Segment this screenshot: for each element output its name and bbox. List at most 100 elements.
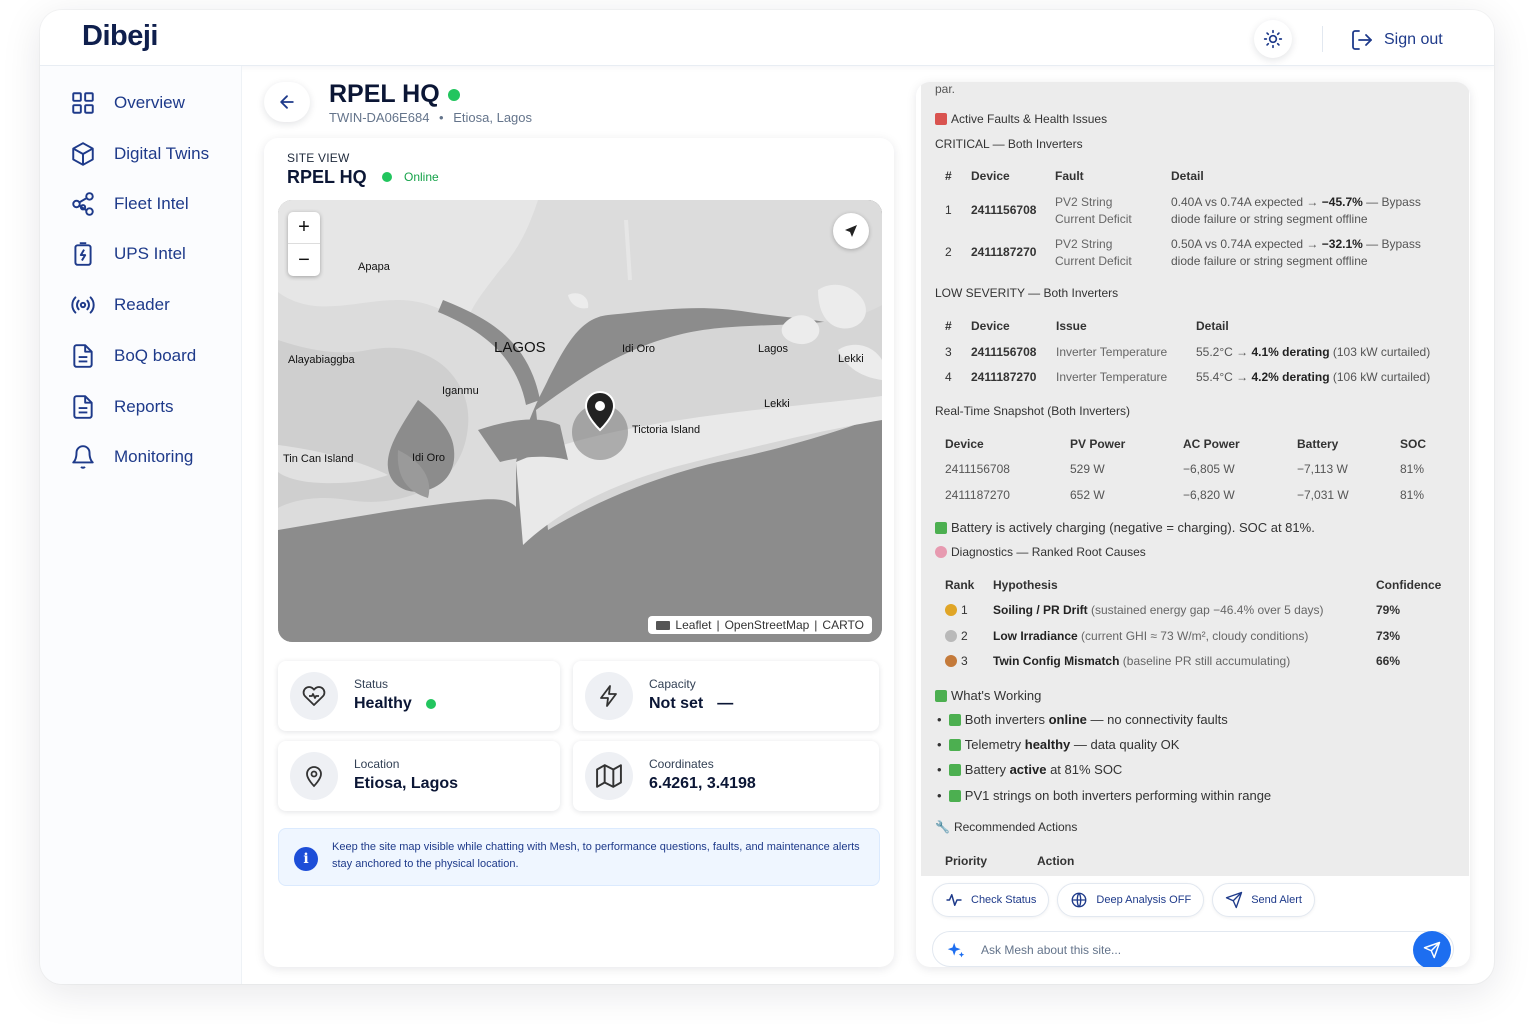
lightning-icon: [585, 672, 633, 720]
hypothesis-bold: Low Irradiance: [993, 629, 1078, 643]
alert-icon: [935, 113, 947, 125]
grid-icon: [72, 92, 94, 114]
send-alert-button[interactable]: Send Alert: [1212, 883, 1315, 917]
rank-text: 3: [961, 654, 968, 668]
list-text: Both inverters: [964, 712, 1049, 727]
arrow-left-icon: [280, 95, 294, 109]
navigation-arrow-icon: [845, 225, 857, 237]
sidebar-item-reports[interactable]: Reports: [70, 392, 174, 422]
table-cell: PV2 String: [1055, 195, 1113, 209]
check-status-button[interactable]: Check Status: [932, 883, 1050, 917]
cube-icon: [72, 142, 94, 166]
osm-link[interactable]: OpenStreetMap: [725, 618, 810, 632]
attribution-separator: |: [814, 618, 818, 632]
detail-text: 0.50A vs 0.74A expected →: [1171, 237, 1322, 251]
list-text: — data quality OK: [1070, 737, 1180, 752]
detail-text: — Bypass: [1362, 237, 1421, 251]
list-bold: online: [1048, 712, 1087, 727]
sidebar-item-digital-twins[interactable]: Digital Twins: [70, 139, 209, 169]
table-cell: 2411187270: [945, 488, 1010, 502]
separator: •: [439, 110, 444, 125]
list-item: • Battery active at 81% SOC: [937, 762, 1123, 777]
location-text: Etiosa, Lagos: [453, 110, 533, 125]
hypothesis-bold: Soiling / PR Drift: [993, 603, 1088, 617]
table-header: SOC: [1400, 437, 1427, 451]
carto-link[interactable]: CARTO: [822, 618, 864, 632]
table-cell: 79%: [1376, 603, 1401, 617]
map-label: Lekki: [838, 353, 864, 365]
table-cell: Inverter Temperature: [1056, 370, 1168, 384]
site-map[interactable]: Apapa LAGOS Idi Oro Lagos Lekki Alayabia…: [278, 200, 882, 642]
sidebar-item-label: Overview: [114, 93, 185, 112]
table-cell: 2411156708: [971, 203, 1037, 217]
critical-heading: CRITICAL — Both Inverters: [935, 137, 1083, 151]
table-cell: Low Irradiance (current GHI ≈ 73 W/m², c…: [993, 629, 1308, 643]
list-bold: active: [1009, 762, 1047, 777]
site-title: RPEL HQ: [287, 167, 367, 187]
table-header: Device: [971, 169, 1010, 183]
map-attribution: Leaflet | OpenStreetMap | CARTO: [648, 616, 872, 634]
table-cell: 2411156708: [945, 462, 1010, 476]
table-cell: PV2 String: [1055, 237, 1113, 251]
chat-input-bar: [932, 931, 1454, 967]
table-cell: 2411187270: [971, 245, 1037, 259]
theme-toggle-button[interactable]: [1254, 20, 1292, 58]
detail-text: (103 kW curtailed): [1329, 345, 1431, 359]
status-text: Online: [404, 170, 439, 184]
table-cell: 2411156708: [971, 345, 1037, 359]
table-cell: 1: [945, 203, 952, 217]
table-cell: −7,113 W: [1297, 462, 1348, 476]
table-cell: 81%: [1400, 488, 1425, 502]
send-button[interactable]: [1413, 931, 1451, 967]
detail-text: 0.40A vs 0.74A expected →: [1171, 195, 1322, 209]
sidebar-item-fleet-intel[interactable]: Fleet Intel: [70, 189, 189, 219]
map-pin-icon[interactable]: [570, 390, 630, 460]
zoom-in-button[interactable]: +: [288, 212, 320, 244]
info-banner: i Keep the site map visible while chatti…: [278, 828, 880, 886]
sidebar-item-boq-board[interactable]: BoQ board: [70, 341, 196, 371]
sidebar-item-ups-intel[interactable]: UPS Intel: [70, 239, 186, 269]
capacity-value: Not set: [649, 695, 704, 712]
sign-out-button[interactable]: Sign out: [1350, 25, 1443, 55]
sidebar-item-label: UPS Intel: [114, 244, 186, 263]
status-value: Healthy: [354, 695, 412, 712]
sidebar-item-overview[interactable]: Overview: [70, 88, 185, 118]
table-cell: 2411187270: [971, 370, 1037, 384]
detail-text: (106 kW curtailed): [1329, 370, 1431, 384]
leaflet-link[interactable]: Leaflet: [675, 618, 711, 632]
logo: Dibeji: [82, 20, 158, 52]
map-label: Iganmu: [442, 385, 479, 397]
info-text: Keep the site map visible while chatting…: [332, 841, 860, 870]
broadcast-icon: [71, 296, 95, 314]
check-icon: [948, 739, 961, 751]
sidebar-item-label: Fleet Intel: [114, 194, 189, 213]
table-cell: 3: [945, 654, 968, 668]
deep-analysis-toggle[interactable]: Deep Analysis OFF: [1057, 883, 1205, 917]
sidebar-item-monitoring[interactable]: Monitoring: [70, 442, 193, 472]
attribution-separator: |: [716, 618, 720, 632]
divider: [1322, 26, 1323, 52]
wrench-icon: 🔧: [935, 820, 950, 834]
table-cell: 73%: [1376, 629, 1401, 643]
table-cell: −6,805 W: [1183, 462, 1235, 476]
detail-bold: 4.1% derating: [1251, 345, 1330, 359]
sparkle-icon: [947, 942, 965, 958]
silver-medal-icon: [945, 630, 957, 642]
table-cell: 4: [945, 370, 952, 384]
activity-icon: [946, 894, 962, 906]
zoom-out-button[interactable]: −: [288, 244, 320, 276]
sidebar-item-reader[interactable]: Reader: [70, 290, 170, 320]
back-button[interactable]: [264, 82, 310, 122]
brain-icon: [935, 546, 947, 558]
chat-input[interactable]: [981, 940, 1401, 960]
status-value-row: Healthy: [354, 695, 436, 713]
locate-button[interactable]: [833, 213, 869, 249]
sidebar-item-label: Reports: [114, 397, 174, 416]
gold-medal-icon: [945, 604, 957, 616]
table-cell: 81%: [1400, 462, 1425, 476]
status-tile: Status Healthy: [278, 661, 560, 731]
table-cell: 0.50A vs 0.74A expected → −32.1% — Bypas…: [1171, 237, 1421, 251]
list-item: • PV1 strings on both inverters performi…: [937, 788, 1272, 803]
faults-heading: Active Faults & Health Issues: [935, 112, 1107, 126]
map-label: Tictoria Island: [632, 424, 701, 436]
